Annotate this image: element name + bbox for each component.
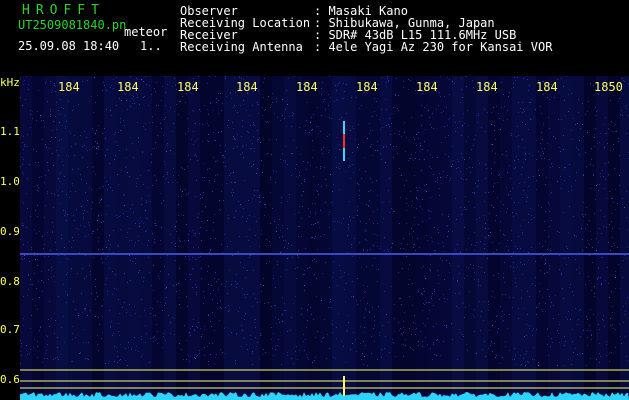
y-tick-1-0: 1.0 bbox=[0, 175, 20, 188]
x-tick-6: 184 bbox=[356, 80, 378, 94]
x-tick-10: 1850 bbox=[594, 80, 623, 94]
header-panel: HROFFT UT2509081840.pn meteor 25.09.08 1… bbox=[0, 0, 629, 76]
spectrogram bbox=[20, 76, 629, 400]
label-antenna: Receiving Antenna bbox=[180, 40, 303, 54]
index-label: 1.. bbox=[140, 39, 162, 53]
x-tick-7: 184 bbox=[416, 80, 438, 94]
x-tick-9: 184 bbox=[536, 80, 558, 94]
value-antenna: : 4ele Yagi Az 230 for Kansai VOR bbox=[314, 40, 553, 54]
x-tick-4: 184 bbox=[236, 80, 258, 94]
x-tick-2: 184 bbox=[117, 80, 139, 94]
y-tick-0-7: 0.7 bbox=[0, 323, 20, 336]
y-tick-0-9: 0.9 bbox=[0, 225, 20, 238]
date-time: 25.09.08 18:40 bbox=[18, 39, 120, 53]
meteor-tag: meteor bbox=[124, 25, 168, 39]
app-title: HROFFT bbox=[22, 3, 105, 18]
x-tick-5: 184 bbox=[296, 80, 318, 94]
y-unit: kHz bbox=[0, 76, 20, 89]
x-tick-8: 184 bbox=[476, 80, 498, 94]
y-tick-0-8: 0.8 bbox=[0, 275, 20, 288]
x-tick-1: 184 bbox=[58, 80, 80, 94]
time-columns bbox=[20, 76, 629, 400]
meteor-echo bbox=[343, 134, 345, 148]
y-tick-0-6: 0.6 bbox=[0, 373, 20, 386]
x-tick-3: 184 bbox=[177, 80, 199, 94]
file-name: UT2509081840.pn bbox=[18, 18, 127, 32]
y-tick-1-1: 1.1 bbox=[0, 125, 20, 138]
